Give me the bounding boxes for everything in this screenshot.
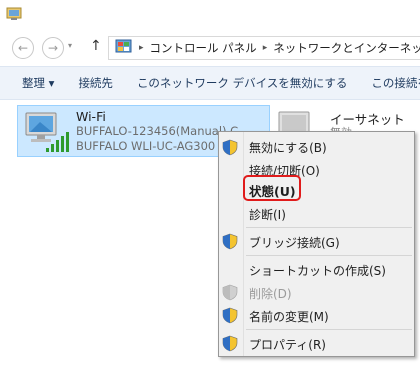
- wifi-adapter-icon: [25, 112, 69, 152]
- uac-shield-icon: [222, 284, 238, 301]
- diagnose-connection-button[interactable]: この接続を診: [359, 75, 420, 91]
- breadcrumb-network-internet[interactable]: ネットワークとインターネット: [269, 40, 420, 56]
- menu-item-delete: 削除(D): [249, 287, 292, 301]
- connect-to-button[interactable]: 接続先: [66, 75, 125, 91]
- control-panel-icon: [115, 39, 132, 53]
- organize-menu[interactable]: 整理 ▾: [0, 75, 66, 91]
- breadcrumb-control-panel[interactable]: コントロール パネル: [146, 40, 261, 56]
- menu-separator: [246, 255, 412, 256]
- menu-gutter: [243, 132, 244, 356]
- uac-shield-icon: [222, 307, 238, 324]
- breadcrumb-separator[interactable]: ▸: [261, 43, 270, 53]
- network-connections-icon: [6, 7, 22, 20]
- menu-separator: [246, 329, 412, 330]
- arrow-right-icon: →: [47, 41, 59, 55]
- title-bar: [0, 0, 420, 31]
- menu-item-bridge[interactable]: ブリッジ接続(G): [249, 234, 340, 251]
- status-highlight-box: [243, 175, 301, 201]
- back-button[interactable]: ←: [12, 37, 34, 59]
- command-bar: 整理 ▾ 接続先 このネットワーク デバイスを無効にする この接続を診: [0, 66, 420, 100]
- menu-item-diagnose[interactable]: 診断(I): [249, 206, 286, 223]
- disable-device-button[interactable]: このネットワーク デバイスを無効にする: [125, 75, 359, 91]
- uac-shield-icon: [222, 335, 238, 352]
- wifi-connection-name: Wi-Fi: [76, 109, 106, 124]
- forward-button[interactable]: →: [42, 37, 64, 59]
- address-bar[interactable]: ▸ コントロール パネル ▸ ネットワークとインターネット ▸ ネッ: [108, 36, 420, 60]
- recent-locations-button[interactable]: ▾: [68, 41, 72, 50]
- chevron-down-icon: ▾: [68, 41, 73, 50]
- menu-item-properties[interactable]: プロパティ(R): [249, 336, 326, 353]
- breadcrumb-separator: ▸: [139, 43, 144, 53]
- menu-item-create-shortcut[interactable]: ショートカットの作成(S): [249, 262, 386, 279]
- uac-shield-icon: [222, 233, 238, 250]
- uac-shield-icon: [222, 139, 238, 156]
- arrow-left-icon: ←: [17, 41, 29, 55]
- menu-item-rename[interactable]: 名前の変更(M): [249, 308, 329, 325]
- up-button[interactable]: ↑: [90, 38, 102, 54]
- menu-item-disable[interactable]: 無効にする(B): [249, 139, 327, 156]
- arrow-up-icon: ↑: [90, 38, 102, 54]
- menu-separator: [246, 227, 412, 228]
